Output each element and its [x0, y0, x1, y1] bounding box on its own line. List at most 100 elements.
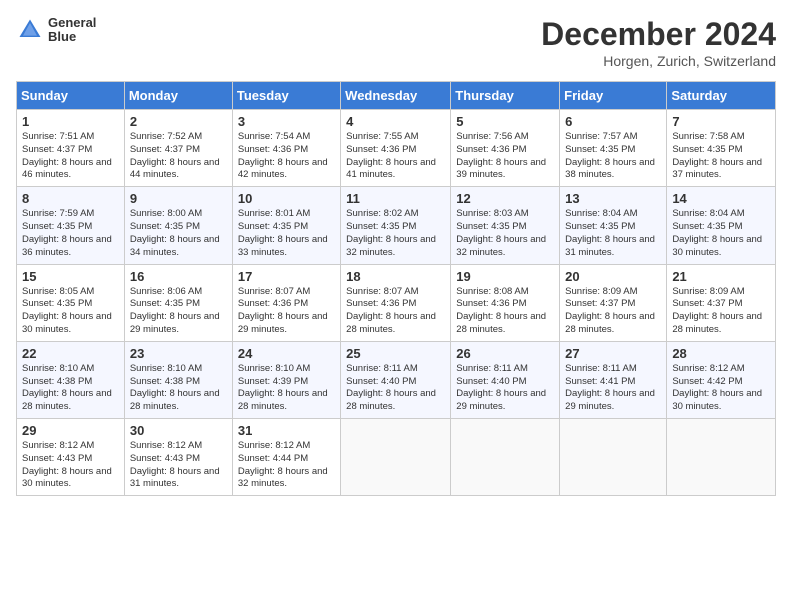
- calendar-cell: 14 Sunrise: 8:04 AMSunset: 4:35 PMDayligh…: [667, 187, 776, 264]
- day-number: 18: [346, 269, 445, 284]
- calendar-week-4: 22 Sunrise: 8:10 AMSunset: 4:38 PMDayligh…: [17, 341, 776, 418]
- calendar-cell: 18 Sunrise: 8:07 AMSunset: 4:36 PMDayligh…: [341, 264, 451, 341]
- cell-details: Sunrise: 8:00 AMSunset: 4:35 PMDaylight:…: [130, 208, 227, 259]
- cell-details: Sunrise: 8:12 AMSunset: 4:44 PMDaylight:…: [238, 440, 335, 491]
- calendar-week-1: 1Sunrise: 7:51 AMSunset: 4:37 PMDaylight…: [17, 110, 776, 187]
- cell-details: Sunrise: 8:09 AMSunset: 4:37 PMDaylight:…: [672, 286, 770, 337]
- day-number: 9: [130, 191, 227, 206]
- calendar-cell: 9 Sunrise: 8:00 AMSunset: 4:35 PMDaylight…: [124, 187, 232, 264]
- calendar-cell: 12 Sunrise: 8:03 AMSunset: 4:35 PMDayligh…: [451, 187, 560, 264]
- calendar-cell: [667, 419, 776, 496]
- calendar-cell: 25 Sunrise: 8:11 AMSunset: 4:40 PMDayligh…: [341, 341, 451, 418]
- day-number: 12: [456, 191, 554, 206]
- cell-details: Sunrise: 8:10 AMSunset: 4:38 PMDaylight:…: [22, 363, 119, 414]
- day-number: 28: [672, 346, 770, 361]
- day-number: 4: [346, 114, 445, 129]
- calendar-cell: 24Sunrise: 8:10 AMSunset: 4:39 PMDayligh…: [232, 341, 340, 418]
- cell-details: Sunrise: 7:56 AMSunset: 4:36 PMDaylight:…: [456, 131, 554, 182]
- calendar-week-5: 29 Sunrise: 8:12 AMSunset: 4:43 PMDayligh…: [17, 419, 776, 496]
- calendar-cell: 6 Sunrise: 7:57 AMSunset: 4:35 PMDaylight…: [560, 110, 667, 187]
- day-number: 17: [238, 269, 335, 284]
- calendar-cell: [451, 419, 560, 496]
- day-number: 24: [238, 346, 335, 361]
- month-title: December 2024: [541, 16, 776, 53]
- day-number: 7: [672, 114, 770, 129]
- cell-details: Sunrise: 8:11 AMSunset: 4:40 PMDaylight:…: [346, 363, 445, 414]
- calendar-cell: 20 Sunrise: 8:09 AMSunset: 4:37 PMDayligh…: [560, 264, 667, 341]
- cell-details: Sunrise: 8:12 AMSunset: 4:43 PMDaylight:…: [22, 440, 119, 491]
- calendar-cell: 27 Sunrise: 8:11 AMSunset: 4:41 PMDayligh…: [560, 341, 667, 418]
- cell-details: Sunrise: 8:01 AMSunset: 4:35 PMDaylight:…: [238, 208, 335, 259]
- calendar-cell: 13Sunrise: 8:04 AMSunset: 4:35 PMDayligh…: [560, 187, 667, 264]
- calendar-cell: 31 Sunrise: 8:12 AMSunset: 4:44 PMDayligh…: [232, 419, 340, 496]
- weekday-header-sunday: Sunday: [17, 82, 125, 110]
- cell-details: Sunrise: 7:54 AMSunset: 4:36 PMDaylight:…: [238, 131, 335, 182]
- calendar-cell: 28 Sunrise: 8:12 AMSunset: 4:42 PMDayligh…: [667, 341, 776, 418]
- logo: General Blue: [16, 16, 96, 45]
- page-header: General Blue December 2024 Horgen, Zuric…: [16, 16, 776, 69]
- day-number: 20: [565, 269, 661, 284]
- day-number: 13: [565, 191, 661, 206]
- calendar-cell: [341, 419, 451, 496]
- weekday-header-tuesday: Tuesday: [232, 82, 340, 110]
- weekday-header-row: SundayMondayTuesdayWednesdayThursdayFrid…: [17, 82, 776, 110]
- day-number: 5: [456, 114, 554, 129]
- day-number: 23: [130, 346, 227, 361]
- calendar-cell: 23Sunrise: 8:10 AMSunset: 4:38 PMDayligh…: [124, 341, 232, 418]
- cell-details: Sunrise: 8:02 AMSunset: 4:35 PMDaylight:…: [346, 208, 445, 259]
- cell-details: Sunrise: 8:07 AMSunset: 4:36 PMDaylight:…: [346, 286, 445, 337]
- calendar-cell: 29 Sunrise: 8:12 AMSunset: 4:43 PMDayligh…: [17, 419, 125, 496]
- cell-details: Sunrise: 7:52 AMSunset: 4:37 PMDaylight:…: [130, 131, 227, 182]
- calendar-cell: 26Sunrise: 8:11 AMSunset: 4:40 PMDayligh…: [451, 341, 560, 418]
- cell-details: Sunrise: 8:09 AMSunset: 4:37 PMDaylight:…: [565, 286, 661, 337]
- weekday-header-saturday: Saturday: [667, 82, 776, 110]
- day-number: 2: [130, 114, 227, 129]
- cell-details: Sunrise: 7:57 AMSunset: 4:35 PMDaylight:…: [565, 131, 661, 182]
- calendar-cell: 17 Sunrise: 8:07 AMSunset: 4:36 PMDayligh…: [232, 264, 340, 341]
- day-number: 6: [565, 114, 661, 129]
- day-number: 10: [238, 191, 335, 206]
- day-number: 30: [130, 423, 227, 438]
- cell-details: Sunrise: 8:04 AMSunset: 4:35 PMDaylight:…: [672, 208, 770, 259]
- day-number: 19: [456, 269, 554, 284]
- calendar-cell: 7Sunrise: 7:58 AMSunset: 4:35 PMDaylight…: [667, 110, 776, 187]
- day-number: 14: [672, 191, 770, 206]
- cell-details: Sunrise: 8:07 AMSunset: 4:36 PMDaylight:…: [238, 286, 335, 337]
- calendar-cell: 16Sunrise: 8:06 AMSunset: 4:35 PMDayligh…: [124, 264, 232, 341]
- calendar-cell: 10 Sunrise: 8:01 AMSunset: 4:35 PMDayligh…: [232, 187, 340, 264]
- cell-details: Sunrise: 8:08 AMSunset: 4:36 PMDaylight:…: [456, 286, 554, 337]
- calendar-cell: 5 Sunrise: 7:56 AMSunset: 4:36 PMDaylight…: [451, 110, 560, 187]
- calendar-cell: 30 Sunrise: 8:12 AMSunset: 4:43 PMDayligh…: [124, 419, 232, 496]
- cell-details: Sunrise: 8:12 AMSunset: 4:43 PMDaylight:…: [130, 440, 227, 491]
- calendar-cell: 15 Sunrise: 8:05 AMSunset: 4:35 PMDayligh…: [17, 264, 125, 341]
- title-block: December 2024 Horgen, Zurich, Switzerlan…: [541, 16, 776, 69]
- day-number: 22: [22, 346, 119, 361]
- cell-details: Sunrise: 8:11 AMSunset: 4:41 PMDaylight:…: [565, 363, 661, 414]
- day-number: 8: [22, 191, 119, 206]
- day-number: 25: [346, 346, 445, 361]
- cell-details: Sunrise: 7:51 AMSunset: 4:37 PMDaylight:…: [22, 131, 119, 182]
- day-number: 31: [238, 423, 335, 438]
- calendar-cell: 8Sunrise: 7:59 AMSunset: 4:35 PMDaylight…: [17, 187, 125, 264]
- cell-details: Sunrise: 8:05 AMSunset: 4:35 PMDaylight:…: [22, 286, 119, 337]
- day-number: 3: [238, 114, 335, 129]
- location-subtitle: Horgen, Zurich, Switzerland: [541, 53, 776, 69]
- logo-text: General Blue: [48, 16, 96, 45]
- day-number: 15: [22, 269, 119, 284]
- calendar-cell: 22 Sunrise: 8:10 AMSunset: 4:38 PMDayligh…: [17, 341, 125, 418]
- calendar-cell: 1Sunrise: 7:51 AMSunset: 4:37 PMDaylight…: [17, 110, 125, 187]
- day-number: 16: [130, 269, 227, 284]
- calendar-cell: 3 Sunrise: 7:54 AMSunset: 4:36 PMDaylight…: [232, 110, 340, 187]
- weekday-header-friday: Friday: [560, 82, 667, 110]
- day-number: 27: [565, 346, 661, 361]
- weekday-header-monday: Monday: [124, 82, 232, 110]
- cell-details: Sunrise: 8:03 AMSunset: 4:35 PMDaylight:…: [456, 208, 554, 259]
- logo-line2: Blue: [48, 30, 96, 44]
- cell-details: Sunrise: 8:12 AMSunset: 4:42 PMDaylight:…: [672, 363, 770, 414]
- calendar-cell: 11Sunrise: 8:02 AMSunset: 4:35 PMDayligh…: [341, 187, 451, 264]
- calendar-cell: 21Sunrise: 8:09 AMSunset: 4:37 PMDayligh…: [667, 264, 776, 341]
- calendar-cell: 4Sunrise: 7:55 AMSunset: 4:36 PMDaylight…: [341, 110, 451, 187]
- day-number: 29: [22, 423, 119, 438]
- logo-icon: [16, 16, 44, 44]
- weekday-header-wednesday: Wednesday: [341, 82, 451, 110]
